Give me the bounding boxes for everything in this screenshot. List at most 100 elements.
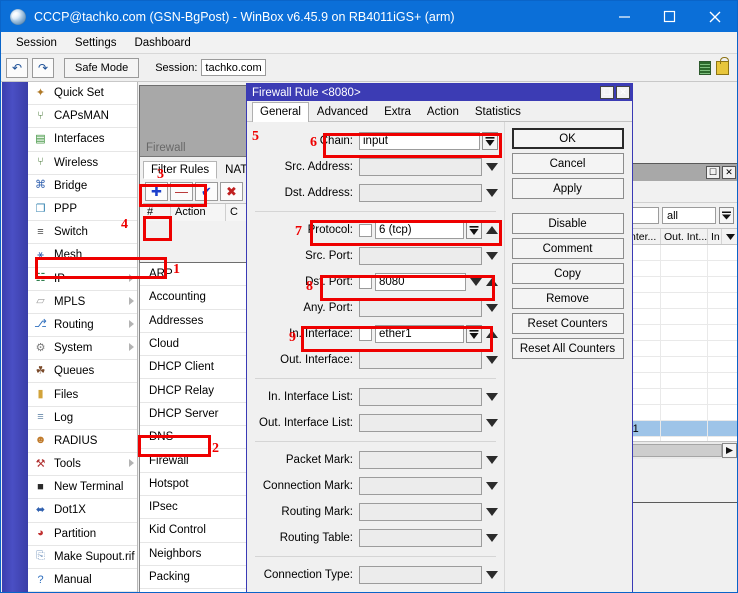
packet-mark-field[interactable]: [359, 451, 482, 469]
table-row[interactable]: [627, 373, 737, 389]
table-row[interactable]: [627, 309, 737, 325]
connection-mark-field[interactable]: [359, 477, 482, 495]
session-value[interactable]: tachko.com: [201, 59, 266, 76]
horizontal-scrollbar[interactable]: [627, 441, 737, 459]
in-interface-list-field[interactable]: [359, 388, 482, 406]
dst-port-field-checkbox[interactable]: [359, 275, 372, 289]
connection-mark-field-chevron-down-icon[interactable]: [485, 477, 498, 495]
sidebar-item-system[interactable]: ⚙ System: [28, 337, 137, 361]
reset-all-counters-button[interactable]: Reset All Counters: [511, 338, 624, 359]
any-port-field[interactable]: [359, 299, 482, 317]
packet-mark-field-chevron-down-icon[interactable]: [485, 451, 498, 469]
in-interface-list-field-chevron-down-icon[interactable]: [485, 388, 498, 406]
enable-rule-button[interactable]: ✔: [195, 182, 218, 201]
disable-rule-button[interactable]: ✖: [220, 182, 243, 201]
tab-statistics[interactable]: Statistics: [466, 102, 529, 121]
routing-mark-field-chevron-down-icon[interactable]: [485, 503, 498, 521]
table-row[interactable]: [627, 341, 737, 357]
filter-combo[interactable]: all: [662, 207, 716, 224]
dst-port-field[interactable]: 8080: [375, 273, 466, 291]
in-interface-field-negate-icon[interactable]: [485, 325, 498, 343]
copy-button[interactable]: Copy: [511, 263, 624, 284]
protocol-field-checkbox[interactable]: [359, 223, 372, 237]
src-address-field[interactable]: [359, 158, 482, 176]
filter-dropdown-icon[interactable]: [719, 207, 734, 224]
connection-type-field[interactable]: [359, 566, 482, 584]
sidebar-item-tools[interactable]: ⚒ Tools: [28, 453, 137, 477]
column-action[interactable]: Action: [171, 204, 226, 221]
rule-dialog-maximize-button[interactable]: ☐: [600, 86, 614, 99]
sidebar-item-interfaces[interactable]: ▤ Interfaces: [28, 128, 137, 152]
table-row[interactable]: [627, 325, 737, 341]
sidebar-item-queues[interactable]: ☘ Queues: [28, 360, 137, 384]
sidebar-item-manual[interactable]: ? Manual: [28, 569, 137, 592]
rule-dialog-close-button[interactable]: ✕: [616, 86, 630, 99]
table-row[interactable]: [627, 405, 737, 421]
sidebar-item-mesh[interactable]: ⚹ Mesh: [28, 244, 137, 268]
dst-address-field-chevron-down-icon[interactable]: [485, 184, 498, 202]
column-menu-icon[interactable]: [722, 229, 737, 244]
filter-input[interactable]: [631, 207, 659, 224]
routing-table-field-chevron-down-icon[interactable]: [485, 529, 498, 547]
add-rule-button[interactable]: ✚: [145, 182, 168, 201]
any-port-field-chevron-down-icon[interactable]: [485, 299, 498, 317]
tab-filter-rules[interactable]: Filter Rules: [143, 161, 218, 179]
safe-mode-button[interactable]: Safe Mode: [64, 57, 140, 78]
sidebar-item-ip[interactable]: ☷ IP: [28, 268, 137, 291]
protocol-field-negate-icon[interactable]: [485, 221, 498, 239]
sidebar-item-bridge[interactable]: ⌘ Bridge: [28, 175, 137, 198]
out-interface-list-field[interactable]: [359, 414, 482, 432]
close-button[interactable]: [692, 1, 737, 32]
menu-dashboard[interactable]: Dashboard: [125, 35, 199, 51]
dst-port-field-chevron-down-icon[interactable]: [469, 273, 482, 291]
src-address-field-chevron-down-icon[interactable]: [485, 158, 498, 176]
dst-port-field-negate-icon[interactable]: [485, 273, 498, 291]
table-row[interactable]: [627, 245, 737, 261]
tab-extra[interactable]: Extra: [376, 102, 419, 121]
protocol-field[interactable]: 6 (tcp): [375, 221, 464, 239]
protocol-field-dropdown-icon[interactable]: [466, 221, 482, 239]
tab-advanced[interactable]: Advanced: [308, 102, 377, 121]
undo-button[interactable]: ↶: [6, 57, 28, 78]
in-interface-field[interactable]: ether1: [375, 325, 464, 343]
column-out-interface[interactable]: Out. Int...: [661, 229, 708, 244]
disable-button[interactable]: Disable: [511, 213, 624, 234]
scroll-right-button[interactable]: [722, 443, 737, 458]
firewall-list-maximize-button[interactable]: ☐: [706, 166, 720, 179]
minimize-button[interactable]: [602, 1, 647, 32]
apply-button[interactable]: Apply: [511, 178, 624, 199]
sidebar-item-radius[interactable]: ☻ RADIUS: [28, 430, 137, 453]
table-row[interactable]: [627, 437, 737, 441]
table-row[interactable]: [627, 293, 737, 309]
table-row[interactable]: [627, 357, 737, 373]
table-row-selected[interactable]: r1: [627, 421, 737, 437]
menu-session[interactable]: Session: [7, 35, 66, 51]
out-interface-field[interactable]: [359, 351, 482, 369]
comment-button[interactable]: Comment: [511, 238, 624, 259]
sidebar-item-routing[interactable]: ⎇ Routing: [28, 314, 137, 338]
routing-mark-field[interactable]: [359, 503, 482, 521]
in-interface-field-dropdown-icon[interactable]: [466, 325, 482, 343]
chain-field[interactable]: input: [359, 132, 480, 150]
sidebar-item-mpls[interactable]: ▱ MPLS: [28, 291, 137, 314]
firewall-list-close-button[interactable]: ✕: [722, 166, 736, 179]
menu-settings[interactable]: Settings: [66, 35, 126, 51]
reset-counters-button[interactable]: Reset Counters: [511, 313, 624, 334]
maximize-button[interactable]: [647, 1, 692, 32]
tab-action[interactable]: Action: [418, 102, 467, 121]
sidebar-item-quick-set[interactable]: ✦ Quick Set: [28, 82, 137, 106]
sidebar-item-capsman[interactable]: ⑂ CAPsMAN: [28, 105, 137, 129]
src-port-field[interactable]: [359, 247, 482, 265]
sidebar-item-make-supout-rif[interactable]: ⎘ Make Supout.rif: [28, 546, 137, 569]
in-interface-field-checkbox[interactable]: [359, 327, 372, 341]
sidebar-item-files[interactable]: ▮ Files: [28, 383, 137, 407]
chain-field-dropdown-icon[interactable]: [482, 132, 498, 150]
dst-address-field[interactable]: [359, 184, 482, 202]
routing-table-field[interactable]: [359, 529, 482, 547]
out-interface-field-chevron-down-icon[interactable]: [485, 351, 498, 369]
cancel-button[interactable]: Cancel: [511, 153, 624, 174]
sidebar-item-wireless[interactable]: ⑂ Wireless: [28, 152, 137, 175]
table-row[interactable]: [627, 277, 737, 293]
ok-button[interactable]: OK: [511, 128, 624, 149]
scrollbar-thumb[interactable]: [628, 444, 722, 457]
